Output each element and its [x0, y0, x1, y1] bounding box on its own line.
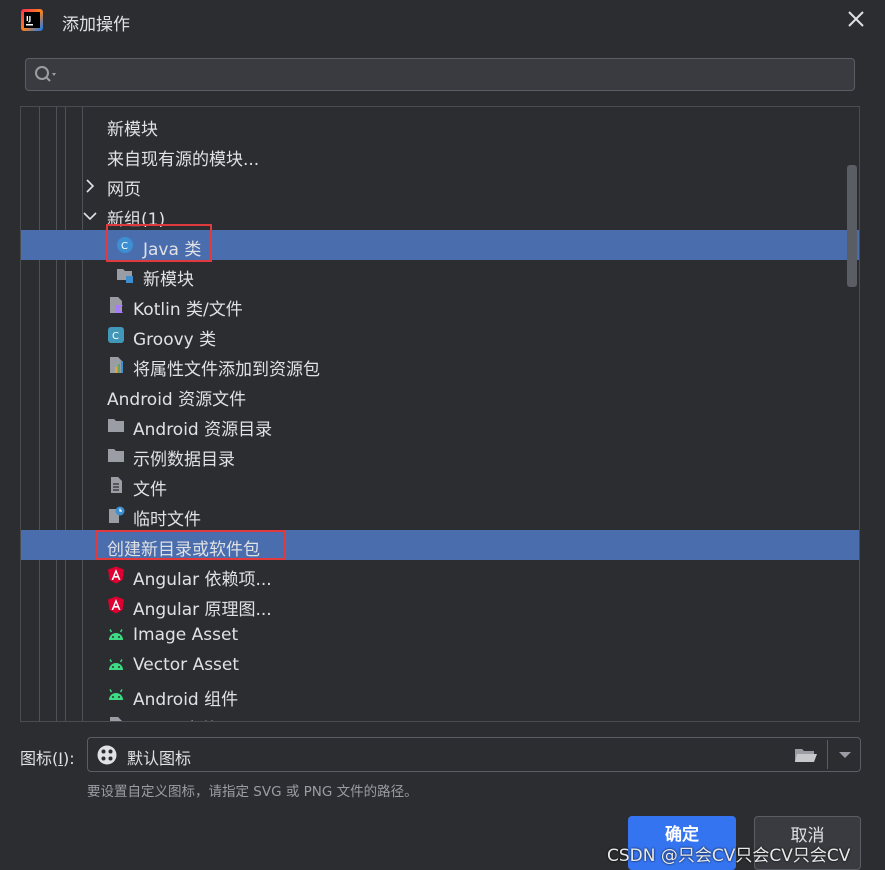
android-icon	[107, 656, 125, 674]
angular-icon	[107, 596, 125, 614]
tree-item[interactable]: 文件	[21, 470, 859, 500]
android-icon	[107, 686, 125, 704]
intellij-logo-icon: IJ	[21, 9, 43, 31]
java-class-icon: C	[116, 236, 134, 254]
svg-text:C: C	[121, 241, 128, 252]
close-icon[interactable]	[845, 8, 867, 30]
tree-item-label: 来自现有源的模块...	[107, 150, 260, 170]
folder-icon	[107, 446, 125, 464]
tree-item[interactable]: 将属性文件添加到资源包	[21, 350, 859, 380]
dialog-title: 添加操作	[62, 15, 130, 35]
tree-item-label: 新模块	[107, 120, 158, 140]
tree-item-label: Java 类	[143, 240, 202, 260]
tree-item[interactable]: Android 资源文件	[21, 380, 859, 410]
angular-icon	[107, 566, 125, 584]
tree-item-label: 示例数据目录	[133, 450, 235, 470]
tree-item-label: FXML 文件	[133, 715, 218, 721]
action-tree[interactable]: 新模块 来自现有源的模块... 网页 新组(1) C Java 类新模块 Kotlin 类/…	[20, 106, 860, 722]
tree-item[interactable]: Kotlin 类/文件	[21, 290, 859, 320]
tree-item[interactable]: C Java 类	[21, 230, 859, 260]
tree-item[interactable]: 来自现有源的模块...	[21, 140, 859, 170]
tree-item-label: 临时文件	[133, 510, 201, 530]
tree-item-label: 创建新目录或软件包	[107, 540, 260, 560]
tree-item-label: 新模块	[143, 270, 194, 290]
tree-item-label: Android 组件	[133, 690, 239, 710]
tree-item-label: Android 资源文件	[107, 390, 247, 410]
tree-item-label: Kotlin 类/文件	[133, 300, 243, 320]
tree-item-label: Angular 原理图...	[133, 600, 272, 620]
tree-item[interactable]: 新模块	[21, 110, 859, 140]
folder-icon	[107, 416, 125, 434]
tree-item-label: 将属性文件添加到资源包	[133, 360, 320, 380]
tree-item-label: Groovy 类	[133, 330, 217, 350]
tree-item-label: Angular 依赖项...	[133, 570, 272, 590]
chevron-down-icon[interactable]	[83, 208, 97, 222]
svg-text:C: C	[112, 331, 119, 342]
tree-item[interactable]: 网页	[21, 170, 859, 200]
tree-item-label: 文件	[133, 480, 167, 500]
title-bar: IJ 添加操作	[0, 0, 885, 42]
tree-item[interactable]: Android 组件	[21, 680, 859, 710]
tree-item-label: Android 资源目录	[133, 420, 273, 440]
icon-path-field[interactable]: 默认图标	[87, 737, 861, 772]
tree-item[interactable]: Vector Asset	[21, 650, 859, 680]
file-icon	[107, 476, 125, 494]
tree-item-label: 网页	[107, 180, 141, 200]
icon-hint-text: 要设置自定义图标，请指定 SVG 或 PNG 文件的路径。	[87, 784, 418, 800]
tree-item-label: Vector Asset	[133, 655, 240, 675]
tree-item[interactable]: Angular 依赖项...	[21, 560, 859, 590]
tree-item[interactable]: 新组(1)	[21, 200, 859, 230]
icon-field-value: 默认图标	[127, 749, 192, 768]
field-separator	[827, 740, 828, 769]
groovy-class-icon: C	[107, 326, 125, 344]
android-icon	[107, 626, 125, 644]
fxml-file-icon	[107, 716, 125, 721]
properties-file-icon	[107, 356, 125, 374]
tree-item[interactable]: 创建新目录或软件包	[21, 530, 859, 560]
tree-item[interactable]: C Groovy 类	[21, 320, 859, 350]
icon-field-label: 图标(I):	[20, 749, 75, 768]
tree-item[interactable]: Image Asset	[21, 620, 859, 650]
browse-folder-icon[interactable]	[794, 745, 818, 765]
tree-item-label: Image Asset	[133, 625, 239, 645]
tree-item[interactable]: FXML 文件	[21, 710, 859, 721]
chevron-down-icon[interactable]	[838, 750, 852, 760]
watermark: CSDN @只会CV只会CV只会CV	[607, 846, 851, 866]
tree-item-label: 新组(1)	[107, 210, 166, 230]
search-icon	[35, 66, 56, 82]
tree-item[interactable]: Angular 原理图...	[21, 590, 859, 620]
kotlin-file-icon	[107, 296, 125, 314]
tree-item[interactable]: Android 资源目录	[21, 410, 859, 440]
tree-scrollbar[interactable]	[847, 165, 857, 287]
search-box[interactable]	[25, 58, 855, 92]
chevron-right-icon[interactable]	[83, 178, 97, 193]
tree-item[interactable]: 临时文件	[21, 500, 859, 530]
scratch-file-icon	[107, 506, 125, 524]
tree-item[interactable]: 新模块	[21, 260, 859, 290]
module-icon	[116, 266, 134, 284]
default-icon-icon	[97, 745, 117, 765]
svg-text:IJ: IJ	[26, 15, 31, 23]
tree-item[interactable]: 示例数据目录	[21, 440, 859, 470]
search-input[interactable]	[62, 59, 846, 92]
